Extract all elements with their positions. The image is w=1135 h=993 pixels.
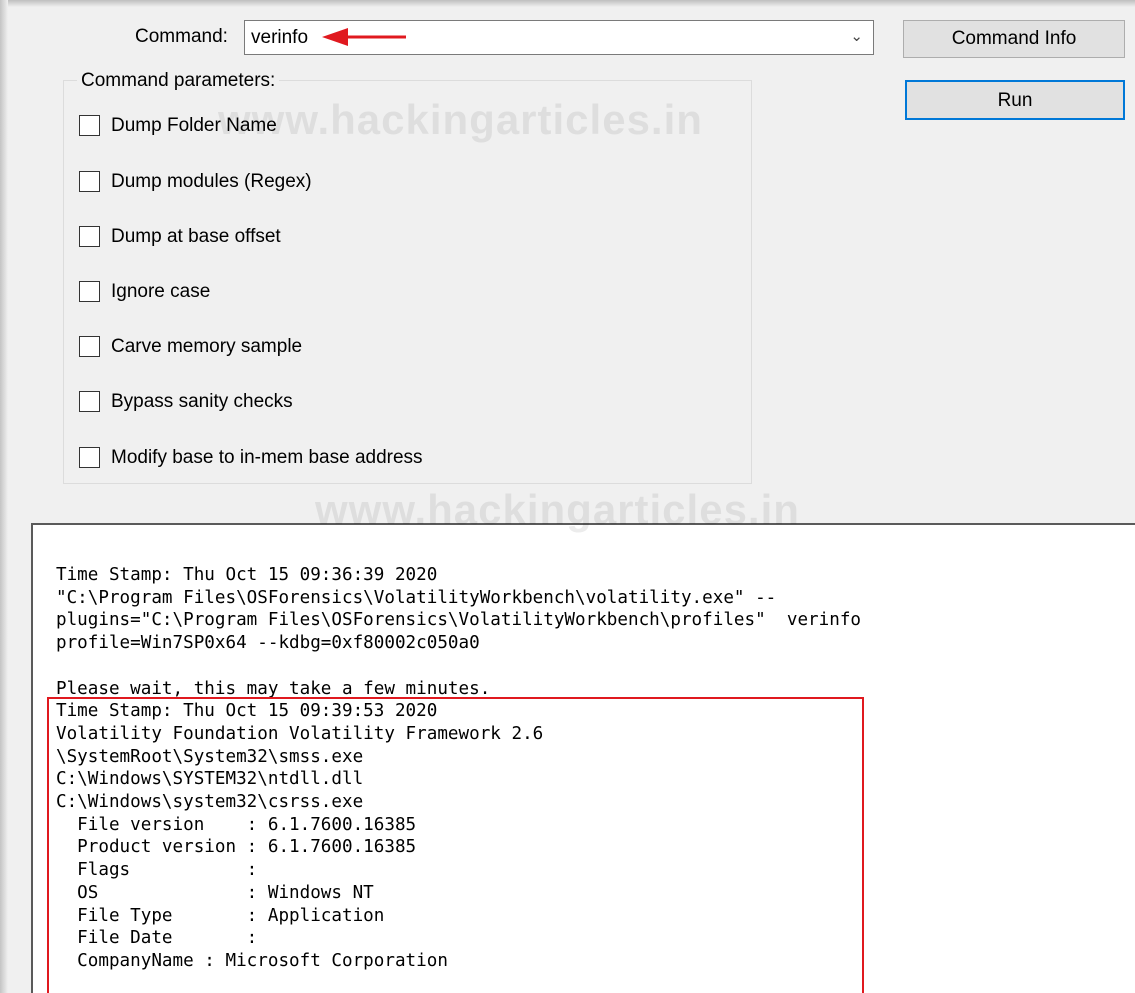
command-parameters-title: Command parameters:: [77, 70, 280, 92]
checkbox[interactable]: [79, 171, 100, 192]
output-line: plugins="C:\Program Files\OSForensics\Vo…: [56, 610, 862, 631]
highlight-annotation-box: [47, 697, 864, 993]
checkbox[interactable]: [79, 391, 100, 412]
volatility-workbench-window: Command: verinfo ⌄ Command Info Run Comm…: [0, 0, 1135, 993]
command-label: Command:: [135, 26, 228, 47]
output-line: Please wait, this may take a few minutes…: [56, 678, 491, 699]
option-label: Bypass sanity checks: [111, 391, 293, 412]
output-line: "C:\Program Files\OSForensics\Volatility…: [56, 587, 777, 608]
option-label: Dump modules (Regex): [111, 171, 312, 192]
option-label: Modify base to in-mem base address: [111, 447, 423, 468]
checkbox[interactable]: [79, 281, 100, 302]
output-line: profile=Win7SP0x64 --kdbg=0xf80002c050a0: [56, 633, 480, 654]
checkbox[interactable]: [79, 336, 100, 357]
output-line: Time Stamp: Thu Oct 15 09:36:39 2020: [56, 565, 438, 585]
command-info-button[interactable]: Command Info: [903, 20, 1125, 58]
window-top-shadow: [0, 0, 1135, 7]
option-label: Dump Folder Name: [111, 115, 277, 136]
watermark-text: www.hackingarticles.in: [218, 96, 703, 143]
option-label: Ignore case: [111, 281, 211, 302]
watermark-text: www.hackingarticles.in: [315, 486, 800, 533]
checkbox[interactable]: [79, 226, 100, 247]
annotation-arrow-icon: [322, 28, 406, 46]
checkbox[interactable]: [79, 115, 100, 136]
window-left-shadow: [0, 0, 8, 993]
checkbox[interactable]: [79, 447, 100, 468]
command-dropdown-value: verinfo: [251, 27, 309, 48]
run-button[interactable]: Run: [905, 80, 1125, 120]
chevron-down-icon[interactable]: ⌄: [850, 27, 863, 45]
option-label: Carve memory sample: [111, 336, 303, 357]
option-label: Dump at base offset: [111, 226, 281, 247]
